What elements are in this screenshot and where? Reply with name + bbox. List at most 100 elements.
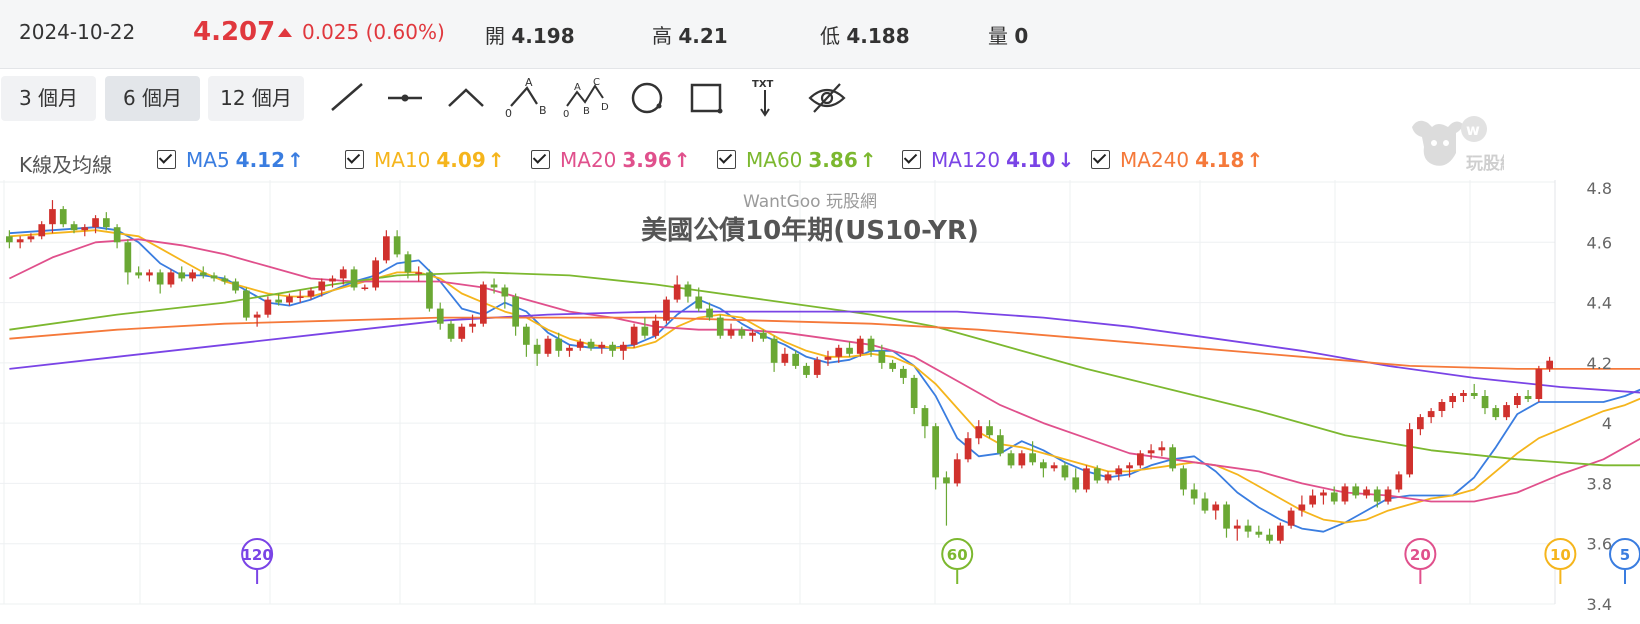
candle-up	[361, 287, 369, 289]
candle-up	[1535, 368, 1543, 399]
candle-up	[1320, 492, 1327, 496]
text-arrow-tool-icon[interactable]: TXT	[742, 78, 788, 118]
candle-down	[738, 329, 746, 336]
ma60-value: 3.86	[808, 148, 858, 172]
period-6m-button[interactable]: 6 個月	[105, 76, 200, 121]
candle-down	[846, 347, 853, 354]
abcd-pattern-tool-icon[interactable]: A C 0 B D	[563, 77, 609, 120]
candle-up	[1395, 474, 1403, 490]
y-tick-label: 4.8	[1587, 180, 1612, 198]
svg-text:w: w	[1466, 121, 1480, 139]
abc-pattern-tool-icon[interactable]: A 0 B	[503, 76, 549, 120]
candle-up	[673, 284, 681, 300]
candle-up	[1126, 465, 1133, 469]
y-tick-label: 3.6	[1587, 535, 1612, 554]
candle-down	[609, 344, 616, 351]
candle-up	[415, 272, 422, 274]
rectangle-tool-icon[interactable]	[683, 78, 729, 118]
candle-up	[1514, 396, 1521, 405]
low-value: 4.188	[846, 24, 910, 48]
ma120-checkbox[interactable]	[902, 150, 921, 169]
ma5-toggle[interactable]: MA5 4.12 ↑	[157, 148, 304, 172]
ma20-label: MA20	[560, 148, 617, 172]
candle-down	[523, 326, 530, 345]
candlestick-chart[interactable]: WantGoo 玩股網 美國公債10年期(US10-YR) 4.84.64.44…	[0, 180, 1640, 624]
candle-down	[1190, 489, 1198, 499]
ma10-toggle[interactable]: MA10 4.09 ↑	[345, 148, 505, 172]
candle-up	[480, 284, 487, 324]
line-tool-icon[interactable]	[324, 78, 370, 118]
candle-down	[232, 281, 239, 291]
pattern-c-label: C	[593, 78, 600, 88]
ma-period-markers: 120 60 20 10 5	[241, 538, 1640, 584]
ma240-toggle[interactable]: MA240 4.18 ↑	[1091, 148, 1263, 172]
candle-up	[813, 359, 821, 375]
candle-up	[264, 299, 272, 315]
candle-up	[318, 281, 326, 291]
candle-up	[339, 269, 347, 279]
candle-up	[1406, 429, 1413, 475]
horizontal-line-tool-icon[interactable]	[382, 78, 428, 118]
candle-up	[81, 227, 89, 231]
ma60-label: MA60	[746, 148, 803, 172]
candle-down	[501, 287, 509, 297]
candle-down	[113, 227, 121, 243]
candle-down	[221, 278, 229, 282]
candle-up	[167, 272, 175, 285]
ma20-toggle[interactable]: MA20 3.96 ↑	[531, 148, 691, 172]
candle-down	[943, 477, 950, 484]
y-axis: 4.8 4.6 4.4 4.2 4 3.8 3.6 3.4	[1587, 180, 1612, 614]
candle-up	[975, 426, 983, 439]
ma60-checkbox[interactable]	[717, 150, 736, 169]
ma20-checkbox[interactable]	[531, 150, 550, 169]
candle-down	[900, 368, 907, 378]
candle-up	[1050, 465, 1058, 469]
candle-down	[760, 332, 767, 339]
ma120-trend-icon: ↓	[1057, 148, 1075, 172]
angle-tool-icon[interactable]	[443, 78, 489, 118]
candle-down	[803, 365, 810, 375]
candle-down	[447, 323, 455, 339]
candle-up	[1503, 405, 1510, 418]
candle-down	[1255, 531, 1263, 535]
ma10-trend-icon: ↑	[487, 148, 505, 172]
candle-down	[587, 341, 595, 348]
candle-down	[641, 326, 649, 336]
candle-up	[749, 332, 756, 336]
candle-up	[1277, 525, 1284, 541]
candle-down	[1201, 498, 1209, 511]
ma5-trend-icon: ↑	[287, 148, 304, 172]
ma120-toggle[interactable]: MA120 4.10 ↓	[902, 148, 1074, 172]
quote-low: 低 4.188	[820, 20, 910, 49]
hide-drawings-icon[interactable]	[804, 78, 850, 118]
quote-change: 0.025 (0.60%)	[302, 20, 445, 44]
logo-text: 玩股網	[1466, 153, 1504, 173]
candle-down	[436, 308, 444, 324]
volume-value: 0	[1014, 24, 1029, 48]
candle-down	[1244, 525, 1252, 532]
legend-title: K線及均線	[19, 153, 113, 177]
candle-down	[986, 426, 993, 436]
ma10-checkbox[interactable]	[345, 150, 364, 169]
period-12m-button[interactable]: 12 個月	[208, 76, 304, 121]
candle-up	[286, 296, 293, 303]
candle-up	[146, 272, 153, 276]
candle-down	[770, 338, 778, 363]
candle-down	[426, 272, 433, 309]
ma240-value: 4.18	[1195, 148, 1245, 172]
candle-up	[1233, 525, 1241, 529]
ma10-value: 4.09	[436, 148, 486, 172]
ma5-checkbox[interactable]	[157, 150, 176, 169]
circle-tool-icon[interactable]	[624, 78, 670, 118]
low-label: 低	[820, 24, 840, 48]
ma240-label: MA240	[1120, 148, 1190, 172]
candle-up	[630, 326, 638, 345]
candle-down	[878, 350, 886, 363]
ma10-line	[9, 229, 1640, 524]
ma60-toggle[interactable]: MA60 3.86 ↑	[717, 148, 877, 172]
candle-down	[684, 284, 692, 297]
candle-up	[1083, 468, 1090, 490]
candle-up	[1158, 447, 1166, 451]
ma240-checkbox[interactable]	[1091, 150, 1110, 169]
period-3m-button[interactable]: 3 個月	[1, 76, 96, 121]
